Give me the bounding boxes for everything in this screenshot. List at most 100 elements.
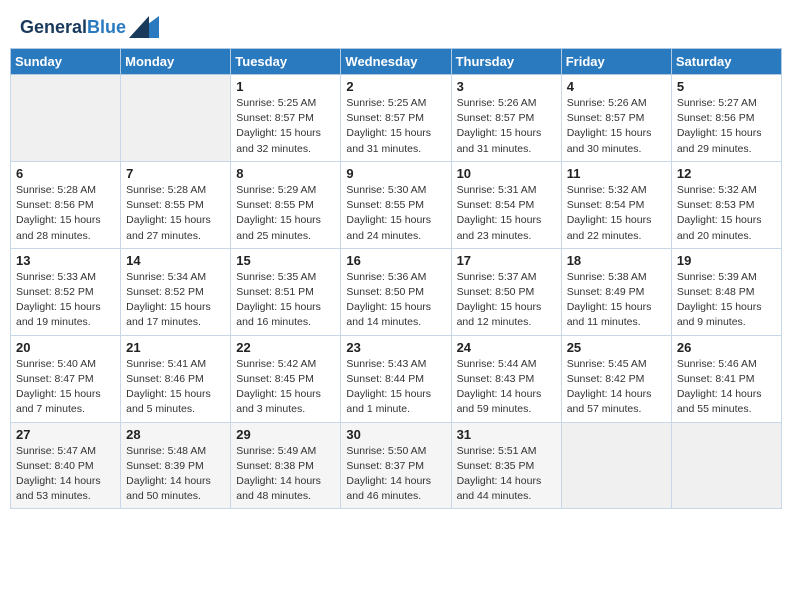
day-number: 26 xyxy=(677,340,776,355)
calendar-cell: 24 Sunrise: 5:44 AM Sunset: 8:43 PM Dayli… xyxy=(451,335,561,422)
calendar-table: SundayMondayTuesdayWednesdayThursdayFrid… xyxy=(10,48,782,509)
cell-info: Sunrise: 5:25 AM Sunset: 8:57 PM Dayligh… xyxy=(236,96,335,157)
day-number: 1 xyxy=(236,79,335,94)
calendar-cell: 3 Sunrise: 5:26 AM Sunset: 8:57 PM Daylig… xyxy=(451,75,561,162)
day-number: 4 xyxy=(567,79,666,94)
calendar-cell: 29 Sunrise: 5:49 AM Sunset: 8:38 PM Dayli… xyxy=(231,422,341,509)
calendar-week-row: 6Sunrise: 5:28 AM Sunset: 8:56 PM Daylig… xyxy=(11,161,782,248)
calendar-cell: 12 Sunrise: 5:32 AM Sunset: 8:53 PM Dayli… xyxy=(671,161,781,248)
day-number: 19 xyxy=(677,253,776,268)
calendar-cell xyxy=(121,75,231,162)
cell-info: Sunrise: 5:26 AM Sunset: 8:57 PM Dayligh… xyxy=(567,96,666,157)
day-number: 24 xyxy=(457,340,556,355)
day-number: 30 xyxy=(346,427,445,442)
calendar-cell: 30 Sunrise: 5:50 AM Sunset: 8:37 PM Dayli… xyxy=(341,422,451,509)
day-number: 8 xyxy=(236,166,335,181)
page-header: GeneralBlue xyxy=(10,10,782,42)
calendar-cell: 13 Sunrise: 5:33 AM Sunset: 8:52 PM Dayli… xyxy=(11,248,121,335)
cell-info: Sunrise: 5:34 AM Sunset: 8:52 PM Dayligh… xyxy=(126,270,225,331)
calendar-cell: 19 Sunrise: 5:39 AM Sunset: 8:48 PM Dayli… xyxy=(671,248,781,335)
day-number: 23 xyxy=(346,340,445,355)
calendar-cell: 2Sunrise: 5:25 AM Sunset: 8:57 PM Daylig… xyxy=(341,75,451,162)
cell-info: Sunrise: 5:46 AM Sunset: 8:41 PM Dayligh… xyxy=(677,357,776,418)
calendar-cell: 27 Sunrise: 5:47 AM Sunset: 8:40 PM Dayli… xyxy=(11,422,121,509)
cell-info: Sunrise: 5:40 AM Sunset: 8:47 PM Dayligh… xyxy=(16,357,115,418)
day-number: 10 xyxy=(457,166,556,181)
day-number: 18 xyxy=(567,253,666,268)
cell-info: Sunrise: 5:42 AM Sunset: 8:45 PM Dayligh… xyxy=(236,357,335,418)
calendar-cell: 8 Sunrise: 5:29 AM Sunset: 8:55 PM Daylig… xyxy=(231,161,341,248)
calendar-cell: 22Sunrise: 5:42 AM Sunset: 8:45 PM Dayli… xyxy=(231,335,341,422)
cell-info: Sunrise: 5:28 AM Sunset: 8:55 PM Dayligh… xyxy=(126,183,225,244)
cell-info: Sunrise: 5:27 AM Sunset: 8:56 PM Dayligh… xyxy=(677,96,776,157)
day-number: 25 xyxy=(567,340,666,355)
cell-info: Sunrise: 5:32 AM Sunset: 8:53 PM Dayligh… xyxy=(677,183,776,244)
day-number: 21 xyxy=(126,340,225,355)
calendar-cell xyxy=(561,422,671,509)
logo-text: GeneralBlue xyxy=(20,18,126,38)
calendar-cell: 10 Sunrise: 5:31 AM Sunset: 8:54 PM Dayli… xyxy=(451,161,561,248)
cell-info: Sunrise: 5:36 AM Sunset: 8:50 PM Dayligh… xyxy=(346,270,445,331)
calendar-cell: 7 Sunrise: 5:28 AM Sunset: 8:55 PM Daylig… xyxy=(121,161,231,248)
calendar-cell: 28Sunrise: 5:48 AM Sunset: 8:39 PM Dayli… xyxy=(121,422,231,509)
cell-info: Sunrise: 5:43 AM Sunset: 8:44 PM Dayligh… xyxy=(346,357,445,418)
logo: GeneralBlue xyxy=(20,18,159,38)
calendar-cell: 14 Sunrise: 5:34 AM Sunset: 8:52 PM Dayli… xyxy=(121,248,231,335)
calendar-cell: 9Sunrise: 5:30 AM Sunset: 8:55 PM Daylig… xyxy=(341,161,451,248)
day-number: 16 xyxy=(346,253,445,268)
calendar-week-row: 20Sunrise: 5:40 AM Sunset: 8:47 PM Dayli… xyxy=(11,335,782,422)
day-number: 15 xyxy=(236,253,335,268)
day-number: 5 xyxy=(677,79,776,94)
weekday-header: Friday xyxy=(561,49,671,75)
day-number: 28 xyxy=(126,427,225,442)
cell-info: Sunrise: 5:51 AM Sunset: 8:35 PM Dayligh… xyxy=(457,444,556,505)
weekday-header: Thursday xyxy=(451,49,561,75)
calendar-cell xyxy=(11,75,121,162)
calendar-cell: 4 Sunrise: 5:26 AM Sunset: 8:57 PM Daylig… xyxy=(561,75,671,162)
day-number: 11 xyxy=(567,166,666,181)
cell-info: Sunrise: 5:32 AM Sunset: 8:54 PM Dayligh… xyxy=(567,183,666,244)
cell-info: Sunrise: 5:41 AM Sunset: 8:46 PM Dayligh… xyxy=(126,357,225,418)
day-number: 27 xyxy=(16,427,115,442)
cell-info: Sunrise: 5:33 AM Sunset: 8:52 PM Dayligh… xyxy=(16,270,115,331)
calendar-cell: 11 Sunrise: 5:32 AM Sunset: 8:54 PM Dayli… xyxy=(561,161,671,248)
day-number: 6 xyxy=(16,166,115,181)
calendar-cell: 18 Sunrise: 5:38 AM Sunset: 8:49 PM Dayli… xyxy=(561,248,671,335)
calendar-week-row: 27 Sunrise: 5:47 AM Sunset: 8:40 PM Dayli… xyxy=(11,422,782,509)
cell-info: Sunrise: 5:44 AM Sunset: 8:43 PM Dayligh… xyxy=(457,357,556,418)
day-number: 3 xyxy=(457,79,556,94)
day-number: 12 xyxy=(677,166,776,181)
calendar-week-row: 13 Sunrise: 5:33 AM Sunset: 8:52 PM Dayli… xyxy=(11,248,782,335)
weekday-header: Wednesday xyxy=(341,49,451,75)
cell-info: Sunrise: 5:37 AM Sunset: 8:50 PM Dayligh… xyxy=(457,270,556,331)
cell-info: Sunrise: 5:38 AM Sunset: 8:49 PM Dayligh… xyxy=(567,270,666,331)
day-number: 7 xyxy=(126,166,225,181)
weekday-header: Saturday xyxy=(671,49,781,75)
cell-info: Sunrise: 5:29 AM Sunset: 8:55 PM Dayligh… xyxy=(236,183,335,244)
day-number: 13 xyxy=(16,253,115,268)
logo-icon xyxy=(129,16,159,38)
day-number: 14 xyxy=(126,253,225,268)
cell-info: Sunrise: 5:25 AM Sunset: 8:57 PM Dayligh… xyxy=(346,96,445,157)
calendar-cell: 21 Sunrise: 5:41 AM Sunset: 8:46 PM Dayli… xyxy=(121,335,231,422)
cell-info: Sunrise: 5:26 AM Sunset: 8:57 PM Dayligh… xyxy=(457,96,556,157)
calendar-cell: 1 Sunrise: 5:25 AM Sunset: 8:57 PM Daylig… xyxy=(231,75,341,162)
cell-info: Sunrise: 5:49 AM Sunset: 8:38 PM Dayligh… xyxy=(236,444,335,505)
calendar-cell: 5 Sunrise: 5:27 AM Sunset: 8:56 PM Daylig… xyxy=(671,75,781,162)
calendar-cell: 25 Sunrise: 5:45 AM Sunset: 8:42 PM Dayli… xyxy=(561,335,671,422)
calendar-cell xyxy=(671,422,781,509)
cell-info: Sunrise: 5:47 AM Sunset: 8:40 PM Dayligh… xyxy=(16,444,115,505)
calendar-cell: 31Sunrise: 5:51 AM Sunset: 8:35 PM Dayli… xyxy=(451,422,561,509)
cell-info: Sunrise: 5:50 AM Sunset: 8:37 PM Dayligh… xyxy=(346,444,445,505)
cell-info: Sunrise: 5:45 AM Sunset: 8:42 PM Dayligh… xyxy=(567,357,666,418)
weekday-header: Sunday xyxy=(11,49,121,75)
calendar-cell: 15Sunrise: 5:35 AM Sunset: 8:51 PM Dayli… xyxy=(231,248,341,335)
calendar-header-row: SundayMondayTuesdayWednesdayThursdayFrid… xyxy=(11,49,782,75)
cell-info: Sunrise: 5:39 AM Sunset: 8:48 PM Dayligh… xyxy=(677,270,776,331)
calendar-cell: 16 Sunrise: 5:36 AM Sunset: 8:50 PM Dayli… xyxy=(341,248,451,335)
cell-info: Sunrise: 5:31 AM Sunset: 8:54 PM Dayligh… xyxy=(457,183,556,244)
day-number: 29 xyxy=(236,427,335,442)
weekday-header: Tuesday xyxy=(231,49,341,75)
calendar-cell: 26 Sunrise: 5:46 AM Sunset: 8:41 PM Dayli… xyxy=(671,335,781,422)
cell-info: Sunrise: 5:30 AM Sunset: 8:55 PM Dayligh… xyxy=(346,183,445,244)
